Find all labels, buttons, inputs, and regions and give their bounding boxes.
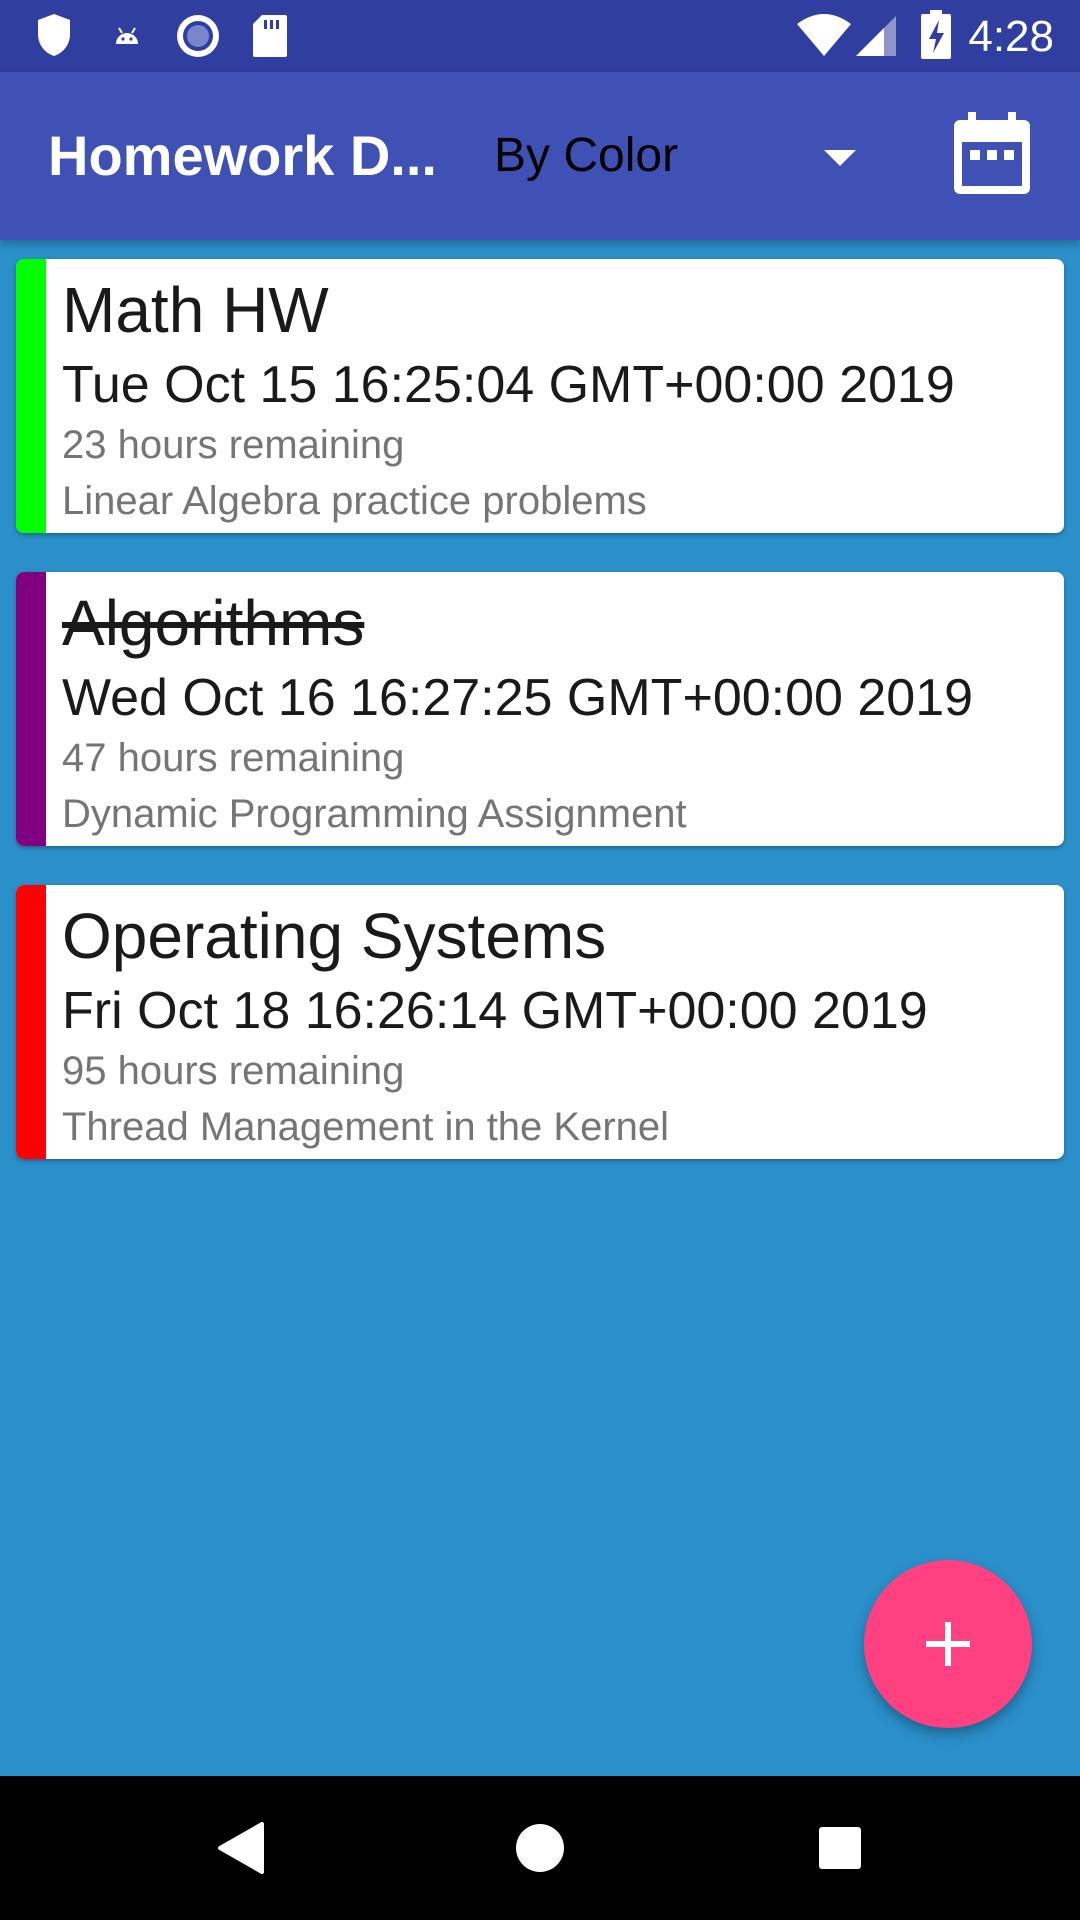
navigation-bar — [0, 1776, 1080, 1920]
assignment-due-date: Fri Oct 18 16:26:14 GMT+00:00 2019 — [62, 982, 928, 1040]
assignment-title: Algorithms — [62, 587, 365, 659]
app-bar: Homework D... By Color — [0, 72, 1080, 240]
record-icon — [176, 14, 220, 63]
assignment-time-remaining: 23 hours remaining — [62, 423, 405, 467]
android-icon — [112, 24, 142, 53]
dropdown-arrow-icon — [824, 150, 856, 171]
assignment-due-date: Wed Oct 16 16:27:25 GMT+00:00 2019 — [62, 669, 974, 727]
assignment-card[interactable]: Operating Systems Fri Oct 18 16:26:14 GM… — [16, 885, 1064, 1159]
assignment-description: Linear Algebra practice problems — [62, 479, 647, 523]
battery-charging-icon — [920, 10, 952, 65]
status-time: 4:28 — [968, 12, 1054, 61]
plus-icon — [916, 1612, 980, 1681]
recents-button[interactable] — [790, 1798, 890, 1898]
signal-icon — [854, 14, 898, 63]
shield-icon — [36, 12, 72, 63]
assignment-time-remaining: 47 hours remaining — [62, 736, 405, 780]
assignment-color-bar — [16, 885, 46, 1159]
assignment-text: Math HW Tue Oct 15 16:25:04 GMT+00:00 20… — [62, 259, 1056, 527]
assignment-text: Algorithms Wed Oct 16 16:27:25 GMT+00:00… — [62, 572, 1056, 840]
app-screen: 4:28 Homework D... By Color Math HW Tue … — [0, 0, 1080, 1920]
wifi-icon — [796, 14, 852, 63]
add-assignment-button[interactable] — [864, 1560, 1032, 1728]
back-button[interactable] — [190, 1798, 290, 1898]
app-title: Homework D... — [48, 124, 437, 187]
status-bar: 4:28 — [0, 0, 1080, 72]
assignment-due-date: Tue Oct 15 16:25:04 GMT+00:00 2019 — [62, 356, 955, 414]
assignment-card[interactable]: Algorithms Wed Oct 16 16:27:25 GMT+00:00… — [16, 572, 1064, 846]
assignment-time-remaining: 95 hours remaining — [62, 1049, 405, 1093]
calendar-button[interactable] — [944, 108, 1040, 204]
assignment-title: Math HW — [62, 274, 329, 346]
assignment-list: Math HW Tue Oct 15 16:25:04 GMT+00:00 20… — [16, 259, 1064, 1198]
sort-selected-value: By Color — [494, 129, 679, 182]
assignment-text: Operating Systems Fri Oct 18 16:26:14 GM… — [62, 885, 1056, 1153]
assignment-description: Dynamic Programming Assignment — [62, 792, 687, 836]
assignment-card[interactable]: Math HW Tue Oct 15 16:25:04 GMT+00:00 20… — [16, 259, 1064, 533]
sort-dropdown[interactable]: By Color — [470, 102, 870, 212]
assignment-title: Operating Systems — [62, 900, 607, 972]
assignment-color-bar — [16, 572, 46, 846]
home-button[interactable] — [490, 1798, 590, 1898]
sd-card-icon — [252, 14, 288, 63]
assignment-description: Thread Management in the Kernel — [62, 1105, 670, 1149]
assignment-color-bar — [16, 259, 46, 533]
